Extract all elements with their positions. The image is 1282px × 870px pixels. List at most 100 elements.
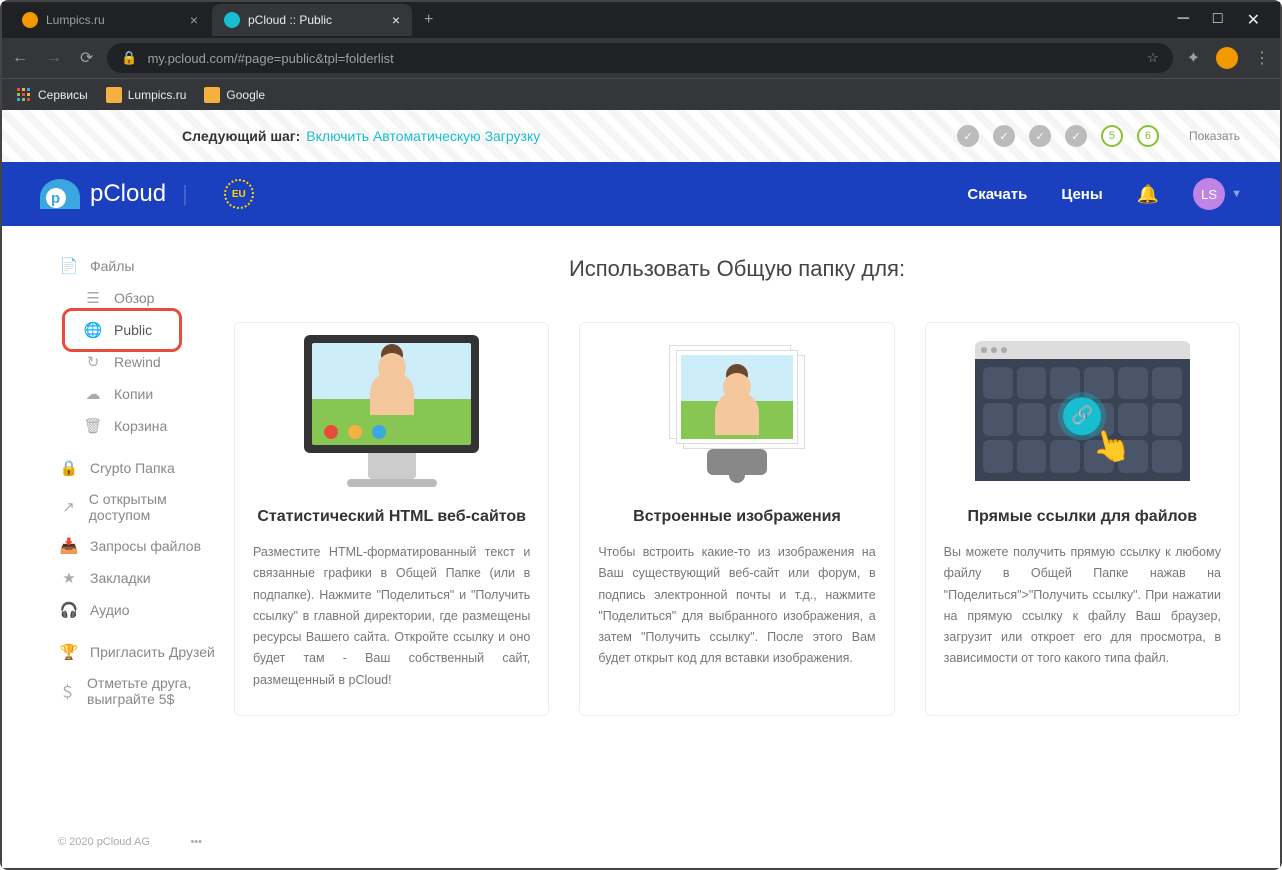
reload-icon[interactable]: ⟳ bbox=[80, 48, 93, 68]
sidebar-label: Аудио bbox=[90, 602, 130, 618]
menu-icon[interactable]: ⋮ bbox=[1254, 48, 1270, 68]
logo-icon bbox=[40, 179, 80, 209]
banner-action-link[interactable]: Включить Автоматическую Загрузку bbox=[306, 128, 540, 144]
new-tab-button[interactable]: + bbox=[414, 11, 443, 29]
card-title: Статистический HTML веб-сайтов bbox=[235, 508, 548, 526]
main-layout: 📄 Файлы ☰ Обзор 🌐 Public ↻ Rewind ☁ Копи… bbox=[2, 226, 1280, 868]
step-progress: ✓ ✓ ✓ ✓ 5 6 Показать bbox=[957, 125, 1240, 147]
close-icon[interactable]: × bbox=[384, 12, 400, 28]
trophy-icon: 🏆 bbox=[60, 643, 78, 661]
header-actions: Скачать Цены 🔔 LS ▼ bbox=[967, 178, 1242, 210]
extensions-icon[interactable]: ✦ bbox=[1187, 48, 1200, 68]
card-illustration: 🔗 👆 bbox=[926, 323, 1239, 498]
logo[interactable]: pCloud bbox=[40, 179, 166, 209]
bookmark-label: Lumpics.ru bbox=[128, 88, 187, 102]
star-icon[interactable]: ☆ bbox=[1147, 50, 1159, 66]
sidebar-item-backups[interactable]: ☁ Копии bbox=[2, 378, 222, 410]
link-icon: 🔗 bbox=[1063, 397, 1101, 435]
bookmark-lumpics[interactable]: Lumpics.ru bbox=[106, 87, 187, 103]
address-bar[interactable]: 🔒 my.pcloud.com/#page=public&tpl=folderl… bbox=[107, 43, 1172, 73]
page-content: Следующий шаг: Включить Автоматическую З… bbox=[2, 110, 1280, 868]
step-done-icon: ✓ bbox=[1029, 125, 1051, 147]
headphones-icon: 🎧 bbox=[60, 601, 78, 619]
toolbar-actions: ✦ ⋮ bbox=[1187, 47, 1270, 69]
browser-chrome: Lumpics.ru × pCloud :: Public × + ─ □ ✕ … bbox=[2, 2, 1280, 110]
sidebar-item-invite[interactable]: 🏆 Пригласить Друзей bbox=[2, 636, 222, 668]
more-icon[interactable]: ••• bbox=[190, 836, 202, 848]
sidebar-item-public[interactable]: 🌐 Public bbox=[2, 314, 222, 346]
card-text: Чтобы встроить какие-то из изображения н… bbox=[580, 542, 893, 694]
profile-avatar[interactable] bbox=[1216, 47, 1238, 69]
card-text: Вы можете получить прямую ссылку к любом… bbox=[926, 542, 1239, 694]
sidebar-item-bookmarks[interactable]: ★ Закладки bbox=[2, 562, 222, 594]
lock-icon: 🔒 bbox=[60, 459, 78, 477]
eu-badge: EU bbox=[224, 179, 254, 209]
sidebar-item-audio[interactable]: 🎧 Аудио bbox=[2, 594, 222, 626]
main-content: Использовать Общую папку для: С bbox=[222, 226, 1280, 868]
sidebar-label: Пригласить Друзей bbox=[90, 644, 215, 660]
sidebar-label: Корзина bbox=[114, 418, 167, 434]
maximize-icon[interactable]: □ bbox=[1213, 10, 1223, 30]
forward-icon[interactable]: → bbox=[46, 49, 62, 67]
step-pending[interactable]: 6 bbox=[1137, 125, 1159, 147]
file-icon: 📄 bbox=[60, 257, 78, 275]
minimize-icon[interactable]: ─ bbox=[1178, 10, 1189, 30]
sidebar-label: Public bbox=[114, 322, 152, 338]
card-direct-links: 🔗 👆 Прямые ссылки для файлов Вы можете п… bbox=[925, 322, 1240, 716]
card-illustration bbox=[580, 323, 893, 498]
sidebar-label: Закладки bbox=[90, 570, 151, 586]
bookmark-label: Сервисы bbox=[38, 88, 88, 102]
sidebar-item-trash[interactable]: 🗑 Корзина bbox=[2, 410, 222, 442]
url-text: my.pcloud.com/#page=public&tpl=folderlis… bbox=[148, 51, 394, 66]
card-static-html: Статистический HTML веб-сайтов Разместит… bbox=[234, 322, 549, 716]
back-icon[interactable]: ← bbox=[12, 49, 28, 67]
tab-title: Lumpics.ru bbox=[46, 13, 105, 27]
sidebar-item-files[interactable]: 📄 Файлы bbox=[2, 250, 222, 282]
logo-text: pCloud bbox=[90, 180, 166, 208]
folder-icon bbox=[204, 87, 220, 103]
star-icon: ★ bbox=[60, 569, 78, 587]
sidebar-item-requests[interactable]: 📥 Запросы файлов bbox=[2, 530, 222, 562]
chevron-down-icon: ▼ bbox=[1231, 188, 1242, 200]
user-menu[interactable]: LS ▼ bbox=[1193, 178, 1242, 210]
tab-bar: Lumpics.ru × pCloud :: Public × + ─ □ ✕ bbox=[2, 2, 1280, 38]
pricing-link[interactable]: Цены bbox=[1061, 186, 1102, 203]
sidebar: 📄 Файлы ☰ Обзор 🌐 Public ↻ Rewind ☁ Копи… bbox=[2, 226, 222, 868]
favicon-lumpics bbox=[22, 12, 38, 28]
sidebar-item-refer[interactable]: ＄ Отметьте друга, выиграйте 5$ bbox=[2, 668, 222, 714]
sidebar-item-shared[interactable]: ↗ С открытым доступом bbox=[2, 484, 222, 530]
sidebar-footer: © 2020 pCloud AG ••• bbox=[58, 836, 202, 848]
folder-icon bbox=[106, 87, 122, 103]
address-bar-row: ← → ⟳ 🔒 my.pcloud.com/#page=public&tpl=f… bbox=[2, 38, 1280, 78]
show-link[interactable]: Показать bbox=[1189, 129, 1240, 143]
sidebar-label: Обзор bbox=[114, 290, 154, 306]
avatar: LS bbox=[1193, 178, 1225, 210]
nav-icons: ← → ⟳ bbox=[12, 48, 93, 68]
sidebar-label: Копии bbox=[114, 386, 153, 402]
window-controls: ─ □ ✕ bbox=[1162, 2, 1276, 38]
lock-icon: 🔒 bbox=[121, 50, 137, 66]
copyright: © 2020 pCloud AG bbox=[58, 836, 150, 848]
trash-icon: 🗑 bbox=[84, 417, 102, 435]
banner-prefix: Следующий шаг: bbox=[182, 128, 300, 144]
close-window-icon[interactable]: ✕ bbox=[1247, 10, 1260, 30]
sidebar-item-crypto[interactable]: 🔒 Crypto Папка bbox=[2, 452, 222, 484]
bookmark-apps[interactable]: Сервисы bbox=[16, 87, 88, 103]
card-illustration bbox=[235, 323, 548, 498]
step-pending[interactable]: 5 bbox=[1101, 125, 1123, 147]
share-icon: ↗ bbox=[60, 498, 77, 516]
tab-pcloud[interactable]: pCloud :: Public × bbox=[212, 4, 412, 36]
tab-lumpics[interactable]: Lumpics.ru × bbox=[10, 4, 210, 36]
bookmark-google[interactable]: Google bbox=[204, 87, 265, 103]
sidebar-label: Crypto Папка bbox=[90, 460, 175, 476]
bookmarks-bar: Сервисы Lumpics.ru Google bbox=[2, 78, 1280, 110]
bookmark-label: Google bbox=[226, 88, 265, 102]
download-link[interactable]: Скачать bbox=[967, 186, 1027, 203]
favicon-pcloud bbox=[224, 12, 240, 28]
notifications-icon[interactable]: 🔔 bbox=[1137, 184, 1159, 205]
page-title: Использовать Общую папку для: bbox=[234, 256, 1240, 282]
sidebar-label: Rewind bbox=[114, 354, 161, 370]
divider: | bbox=[182, 181, 188, 207]
close-icon[interactable]: × bbox=[182, 12, 198, 28]
step-done-icon: ✓ bbox=[957, 125, 979, 147]
